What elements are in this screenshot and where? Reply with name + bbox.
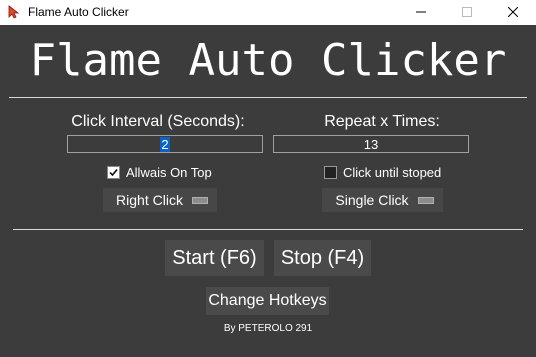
- always-on-top-checkbox[interactable]: Allwais On Top: [107, 165, 212, 180]
- interval-input[interactable]: 2: [67, 135, 263, 153]
- interval-value: 2: [160, 137, 170, 152]
- option-menu-indicator-icon: [192, 196, 208, 204]
- flame-cursor-icon: [6, 4, 22, 20]
- maximize-icon: [462, 4, 472, 22]
- repeat-label: Repeat x Times:: [324, 113, 440, 130]
- minimize-icon: [416, 4, 426, 22]
- always-on-top-label: Allwais On Top: [126, 165, 212, 180]
- mouse-button-select[interactable]: Right Click: [103, 188, 217, 212]
- maximize-button[interactable]: [444, 0, 490, 25]
- top-divider: [9, 97, 527, 98]
- click-type-value: Single Click: [335, 192, 409, 208]
- repeat-input[interactable]: 13: [273, 135, 469, 153]
- app-heading: Flame Auto Clicker: [29, 35, 507, 86]
- window-title: Flame Auto Clicker: [28, 5, 129, 19]
- click-until-stopped-checkbox[interactable]: Click until stoped: [324, 165, 441, 180]
- minimize-button[interactable]: [398, 0, 444, 25]
- close-icon: [507, 4, 519, 22]
- click-type-select[interactable]: Single Click: [322, 188, 443, 212]
- option-menu-indicator-icon: [418, 196, 434, 204]
- middle-divider: [13, 229, 523, 230]
- author-credit: By PETEROLO 291: [223, 323, 313, 334]
- close-button[interactable]: [490, 0, 536, 25]
- start-button[interactable]: Start (F6): [165, 240, 264, 276]
- interval-label: Click Interval (Seconds):: [71, 113, 245, 130]
- mouse-button-value: Right Click: [116, 192, 183, 208]
- stop-button[interactable]: Stop (F4): [274, 240, 371, 276]
- checkbox-unchecked-icon: [324, 166, 337, 179]
- click-until-stopped-label: Click until stoped: [343, 165, 442, 180]
- checkbox-checked-icon: [107, 166, 120, 179]
- title-bar: Flame Auto Clicker: [0, 0, 536, 25]
- change-hotkeys-button[interactable]: Change Hotkeys: [206, 287, 329, 315]
- main-panel: Flame Auto Clicker Click Interval (Secon…: [0, 25, 536, 357]
